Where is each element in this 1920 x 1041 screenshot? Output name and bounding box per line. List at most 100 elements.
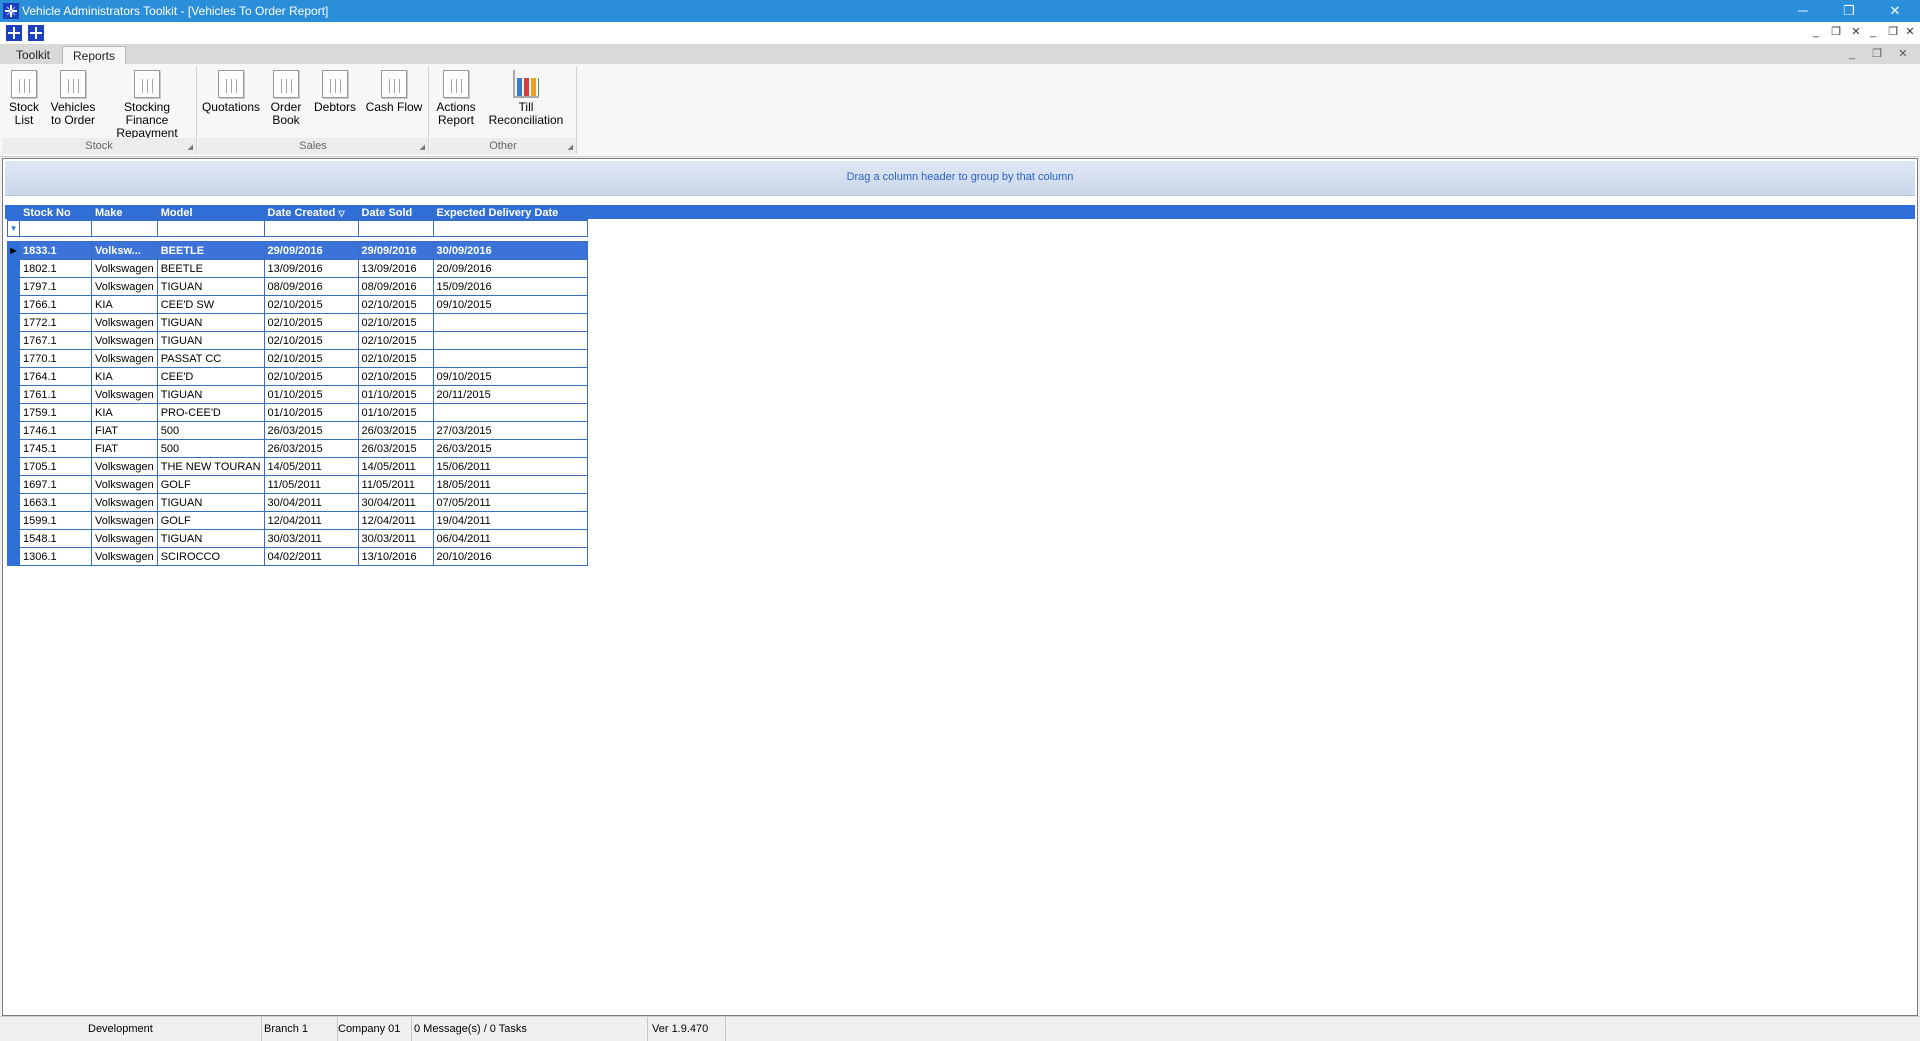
cell-stock-no[interactable]: 1697.1	[19, 475, 92, 494]
row-indicator[interactable]	[7, 277, 20, 296]
table-row[interactable]: 1767.1 Volkswagen TIGUAN 02/10/2015 02/10/20…	[7, 331, 588, 350]
cell-make[interactable]: KIA	[91, 403, 158, 422]
cell-make[interactable]: KIA	[91, 295, 158, 314]
table-row[interactable]: 1705.1 Volkswagen THE NEW TOURAN 14/05/2011…	[7, 457, 588, 476]
cell-stock-no[interactable]: 1764.1	[19, 367, 92, 386]
cell-model[interactable]: TIGUAN	[156, 331, 265, 350]
column-header-date-sold[interactable]: Date Sold	[357, 205, 434, 221]
column-header-stock-no[interactable]: Stock No	[19, 205, 92, 221]
cell-stock-no[interactable]: 1802.1	[19, 259, 92, 278]
row-indicator[interactable]	[7, 259, 20, 278]
cell-date-created[interactable]: 30/03/2011	[263, 529, 359, 548]
cell-model[interactable]: TIGUAN	[156, 493, 265, 512]
cell-stock-no[interactable]: 1797.1	[19, 277, 92, 296]
cell-expected-delivery-date[interactable]	[432, 313, 588, 332]
close-window-button[interactable]: ✕	[1872, 0, 1918, 22]
cell-expected-delivery-date[interactable]: 09/10/2015	[432, 295, 588, 314]
column-header-expected-delivery-date[interactable]: Expected Delivery Date	[432, 205, 588, 221]
cell-stock-no[interactable]: 1599.1	[19, 511, 92, 530]
cell-expected-delivery-date[interactable]: 15/06/2011	[432, 457, 588, 476]
row-indicator[interactable]	[7, 475, 20, 494]
dialog-launcher-icon[interactable]: ◢	[188, 143, 193, 151]
cell-make[interactable]: Volkswagen	[91, 313, 158, 332]
cell-stock-no[interactable]: 1705.1	[19, 457, 92, 476]
row-indicator[interactable]	[7, 331, 20, 350]
cell-date-created[interactable]: 02/10/2015	[263, 295, 359, 314]
cell-expected-delivery-date[interactable]: 20/09/2016	[432, 259, 588, 278]
cell-date-sold[interactable]: 02/10/2015	[357, 331, 434, 350]
cell-date-sold[interactable]: 30/04/2011	[357, 493, 434, 512]
cell-make[interactable]: FIAT	[91, 439, 158, 458]
cell-date-sold[interactable]: 26/03/2015	[357, 421, 434, 440]
row-indicator[interactable]	[7, 385, 20, 404]
column-header-model[interactable]: Model	[156, 205, 265, 221]
till-reconciliation-button[interactable]: Till Reconciliation	[482, 70, 570, 127]
cell-date-sold[interactable]: 08/09/2016	[357, 277, 434, 296]
cell-stock-no[interactable]: 1745.1	[19, 439, 92, 458]
cell-make[interactable]: Volkswagen	[91, 277, 158, 296]
table-row[interactable]: 1548.1 Volkswagen TIGUAN 30/03/2011 30/03/20…	[7, 529, 588, 548]
table-row[interactable]: 1745.1 FIAT 500 26/03/2015 26/03/2015 26/03/2…	[7, 439, 588, 458]
cell-expected-delivery-date[interactable]	[432, 331, 588, 350]
cell-stock-no[interactable]: 1761.1	[19, 385, 92, 404]
cell-expected-delivery-date[interactable]: 18/05/2011	[432, 475, 588, 494]
cell-stock-no[interactable]: 1767.1	[19, 331, 92, 350]
cell-date-sold[interactable]: 02/10/2015	[357, 367, 434, 386]
order-book-button[interactable]: Order Book	[266, 70, 306, 127]
cell-stock-no[interactable]: 1663.1	[19, 493, 92, 512]
cell-model[interactable]: PRO-CEE'D	[156, 403, 265, 422]
stock-list-button[interactable]: Stock List	[4, 70, 44, 127]
cell-expected-delivery-date[interactable]: 20/11/2015	[432, 385, 588, 404]
table-row[interactable]: 1764.1 KIA CEE'D 02/10/2015 02/10/2015 09/10/…	[7, 367, 588, 386]
row-pointer-icon[interactable]: ▶	[7, 241, 20, 260]
filter-icon[interactable]: ▾	[7, 220, 20, 237]
cell-model[interactable]: TIGUAN	[156, 385, 265, 404]
cell-stock-no[interactable]: 1306.1	[19, 547, 92, 566]
vehicles-to-order-button[interactable]: Vehicles to Order	[48, 70, 98, 127]
column-header-date-created[interactable]: Date Created ▽	[263, 205, 359, 221]
cash-flow-button[interactable]: Cash Flow	[364, 70, 424, 114]
table-row[interactable]: 1772.1 Volkswagen TIGUAN 02/10/2015 02/10/20…	[7, 313, 588, 332]
row-indicator[interactable]	[7, 529, 20, 548]
cell-make[interactable]: Volkswagen	[91, 547, 158, 566]
cell-model[interactable]: SCIROCCO	[156, 547, 265, 566]
cell-stock-no[interactable]: 1770.1	[19, 349, 92, 368]
debtors-button[interactable]: Debtors	[312, 70, 358, 114]
table-row[interactable]: 1797.1 Volkswagen TIGUAN 08/09/2016 08/09/20…	[7, 277, 588, 296]
doc-restore-button[interactable]: ❐	[1870, 47, 1884, 61]
cell-model[interactable]: PASSAT CC	[156, 349, 265, 368]
cell-date-created[interactable]: 11/05/2011	[263, 475, 359, 494]
cell-make[interactable]: FIAT	[91, 421, 158, 440]
row-indicator[interactable]	[7, 349, 20, 368]
cell-model[interactable]: 500	[156, 439, 265, 458]
table-row[interactable]: 1770.1 Volkswagen PASSAT CC 02/10/2015 02/10…	[7, 349, 588, 368]
cell-model[interactable]: TIGUAN	[156, 277, 265, 296]
table-row[interactable]: 1802.1 Volkswagen BEETLE 13/09/2016 13/09/20…	[7, 259, 588, 278]
cell-expected-delivery-date[interactable]	[432, 403, 588, 422]
cell-date-created[interactable]: 02/10/2015	[263, 331, 359, 350]
cell-make[interactable]: Volkswagen	[91, 511, 158, 530]
cell-date-sold[interactable]: 02/10/2015	[357, 295, 434, 314]
cell-date-sold[interactable]: 02/10/2015	[357, 313, 434, 332]
cell-date-sold[interactable]: 29/09/2016	[357, 241, 434, 260]
cell-make[interactable]: Volkswagen	[91, 331, 158, 350]
cell-date-created[interactable]: 14/05/2011	[263, 457, 359, 476]
cell-date-created[interactable]: 08/09/2016	[263, 277, 359, 296]
mdi-restore-button[interactable]: ❐	[1886, 25, 1900, 39]
mdi-close-button[interactable]: ✕	[1903, 25, 1917, 39]
cell-date-created[interactable]: 29/09/2016	[263, 241, 359, 260]
cell-model[interactable]: CEE'D SW	[156, 295, 265, 314]
filter-cell-stock-no[interactable]	[19, 220, 92, 237]
cell-model[interactable]: THE NEW TOURAN	[156, 457, 265, 476]
cell-stock-no[interactable]: 1746.1	[19, 421, 92, 440]
row-indicator[interactable]	[7, 547, 20, 566]
table-row[interactable]: 1306.1 Volkswagen SCIROCCO 04/02/2011 13/10/…	[7, 547, 588, 566]
tab-toolkit[interactable]: Toolkit	[6, 46, 60, 64]
row-indicator[interactable]	[7, 367, 20, 386]
cell-date-created[interactable]: 26/03/2015	[263, 439, 359, 458]
doc-minimize-button[interactable]: _	[1845, 47, 1859, 61]
cell-date-created[interactable]: 13/09/2016	[263, 259, 359, 278]
cell-date-created[interactable]: 01/10/2015	[263, 385, 359, 404]
table-row[interactable]: 1759.1 KIA PRO-CEE'D 01/10/2015 01/10/2015	[7, 403, 588, 422]
column-header-make[interactable]: Make	[91, 205, 158, 221]
